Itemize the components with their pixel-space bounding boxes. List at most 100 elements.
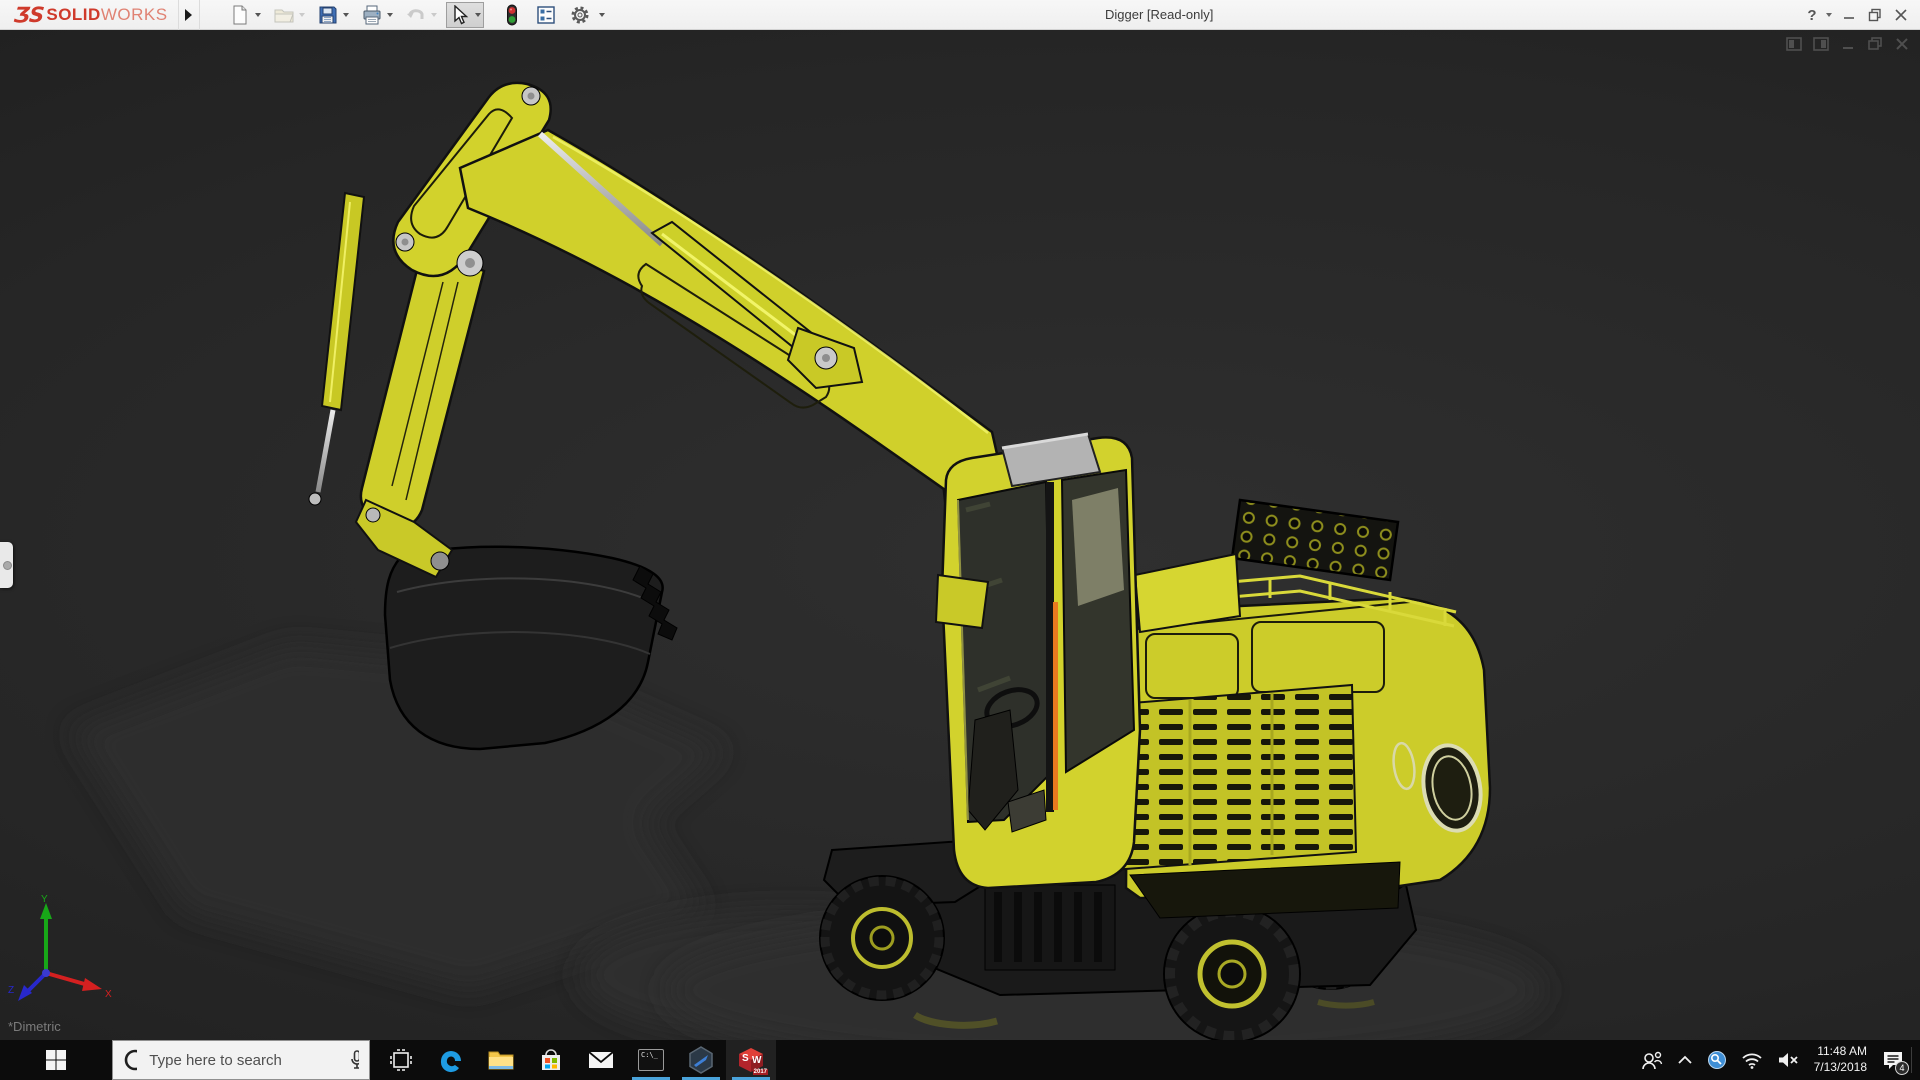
windows-taskbar: C:\_ SW 2017 11:48 AM [0, 1040, 1920, 1080]
doc-restore-icon[interactable] [1865, 35, 1885, 53]
task-view-button[interactable] [376, 1040, 426, 1080]
minimize-button[interactable] [1836, 0, 1862, 30]
options-button[interactable] [566, 2, 608, 28]
file-explorer-icon [488, 1049, 514, 1071]
hidden-icons-button[interactable] [1670, 1040, 1700, 1080]
open-button[interactable] [270, 2, 308, 28]
pane-toggle-2-icon[interactable] [1811, 35, 1831, 53]
doc-minimize-icon[interactable] [1838, 35, 1858, 53]
windows-logo-icon [45, 1049, 67, 1071]
dropdown-caret-icon[interactable] [475, 13, 481, 17]
undo-button[interactable] [402, 2, 440, 28]
solidworks-logo: ƷS SOLID WORKS [0, 0, 178, 30]
traffic-light-icon [501, 4, 523, 26]
solidworks-taskbar-button[interactable]: SW 2017 [726, 1040, 776, 1080]
orientation-triad[interactable]: Y X Z [6, 893, 116, 1008]
triad-z-label: Z [8, 985, 14, 996]
triad-y-label: Y [41, 894, 48, 905]
graphics-viewport[interactable]: Y X Z *Dimetric [0, 30, 1920, 1040]
flyout-arrow-icon [185, 9, 192, 21]
document-title: Digger [Read-only] [1105, 0, 1213, 30]
taskbar-search[interactable] [112, 1040, 370, 1080]
print-button[interactable] [358, 2, 396, 28]
microphone-icon[interactable] [348, 1049, 359, 1071]
quick-toolbar [226, 0, 614, 30]
selected-edge-highlight [1053, 602, 1058, 810]
view-orientation-label: *Dimetric [8, 1019, 61, 1034]
help-button[interactable]: ? [1802, 0, 1822, 30]
file-properties-icon [535, 4, 557, 26]
blue-circle-icon [1707, 1050, 1727, 1070]
wifi-icon [1741, 1051, 1763, 1069]
chevron-up-icon [1677, 1055, 1693, 1065]
solidworks-logo-solid: SOLID [46, 5, 100, 25]
solidworks-logo-mark: ƷS [13, 3, 45, 27]
dropdown-caret-icon [1826, 13, 1832, 17]
file-properties-button[interactable] [532, 2, 560, 28]
action-center-button[interactable]: 4 [1875, 1040, 1911, 1080]
notification-badge: 4 [1895, 1061, 1909, 1075]
taskbar-clock[interactable]: 11:48 AM 7/13/2018 [1806, 1044, 1875, 1075]
dropdown-caret-icon[interactable] [599, 13, 605, 17]
new-document-icon [229, 4, 251, 26]
save-floppy-icon [317, 4, 339, 26]
cab[interactable] [936, 434, 1140, 888]
command-prompt-button[interactable]: C:\_ [626, 1040, 676, 1080]
system-tray: 11:48 AM 7/13/2018 4 [1634, 1040, 1920, 1080]
dropdown-caret-icon[interactable] [255, 13, 261, 17]
mail-button[interactable] [576, 1040, 626, 1080]
tray-date: 7/13/2018 [1814, 1060, 1867, 1076]
dropdown-caret-icon [299, 13, 305, 17]
titlebar: ƷS SOLID WORKS [0, 0, 1920, 30]
cortana-icon [123, 1048, 137, 1072]
dropdown-caret-icon[interactable] [343, 13, 349, 17]
speaker-muted-icon [1777, 1051, 1799, 1069]
feature-manager-collapsed-tab[interactable] [0, 542, 13, 588]
search-input[interactable] [149, 1052, 348, 1069]
volume-button[interactable] [1770, 1040, 1806, 1080]
taskbar-apps: C:\_ SW 2017 [376, 1040, 776, 1080]
tray-app-button[interactable] [1700, 1040, 1734, 1080]
select-tool-button[interactable] [446, 2, 484, 28]
edge-button[interactable] [426, 1040, 476, 1080]
doc-close-icon[interactable] [1892, 35, 1912, 53]
front-right-wheel[interactable] [1164, 906, 1300, 1040]
store-button[interactable] [526, 1040, 576, 1080]
pane-toggle-icon[interactable] [1784, 35, 1804, 53]
restore-button[interactable] [1862, 0, 1888, 30]
front-left-wheel[interactable] [820, 876, 944, 1000]
new-document-button[interactable] [226, 2, 264, 28]
store-icon [539, 1048, 563, 1072]
roof-grid-panel [1232, 500, 1398, 580]
select-cursor-icon [449, 4, 471, 26]
tray-time: 11:48 AM [1814, 1044, 1867, 1060]
center-pillar [1046, 482, 1054, 812]
options-gear-icon [569, 4, 591, 26]
task-view-icon [390, 1049, 412, 1071]
triad-x-label: X [105, 989, 112, 1000]
network-button[interactable] [1734, 1040, 1770, 1080]
save-button[interactable] [314, 2, 352, 28]
menu-flyout-button[interactable] [178, 0, 200, 30]
model-canvas[interactable] [0, 30, 1920, 1040]
sw-year-label: 2017 [753, 1069, 768, 1075]
undo-arrow-icon [405, 4, 427, 26]
print-icon [361, 4, 383, 26]
close-button[interactable] [1888, 0, 1914, 30]
people-button[interactable] [1634, 1040, 1670, 1080]
solidworks-app-icon: SW 2017 [738, 1047, 764, 1073]
dropdown-caret-icon [431, 13, 437, 17]
document-window-controls [1784, 35, 1912, 53]
side-vents [1108, 685, 1356, 870]
file-explorer-button[interactable] [476, 1040, 526, 1080]
edge-icon [438, 1047, 464, 1073]
window-controls: ? [1802, 0, 1914, 30]
command-prompt-icon: C:\_ [638, 1049, 664, 1071]
people-icon [1641, 1050, 1663, 1070]
show-desktop-button[interactable] [1912, 1040, 1920, 1080]
dropdown-caret-icon[interactable] [387, 13, 393, 17]
rebuild-traffic-light-button[interactable] [498, 2, 526, 28]
help-dropdown-button[interactable] [1822, 0, 1836, 30]
hexagon-app-button[interactable] [676, 1040, 726, 1080]
start-button[interactable] [0, 1040, 112, 1080]
